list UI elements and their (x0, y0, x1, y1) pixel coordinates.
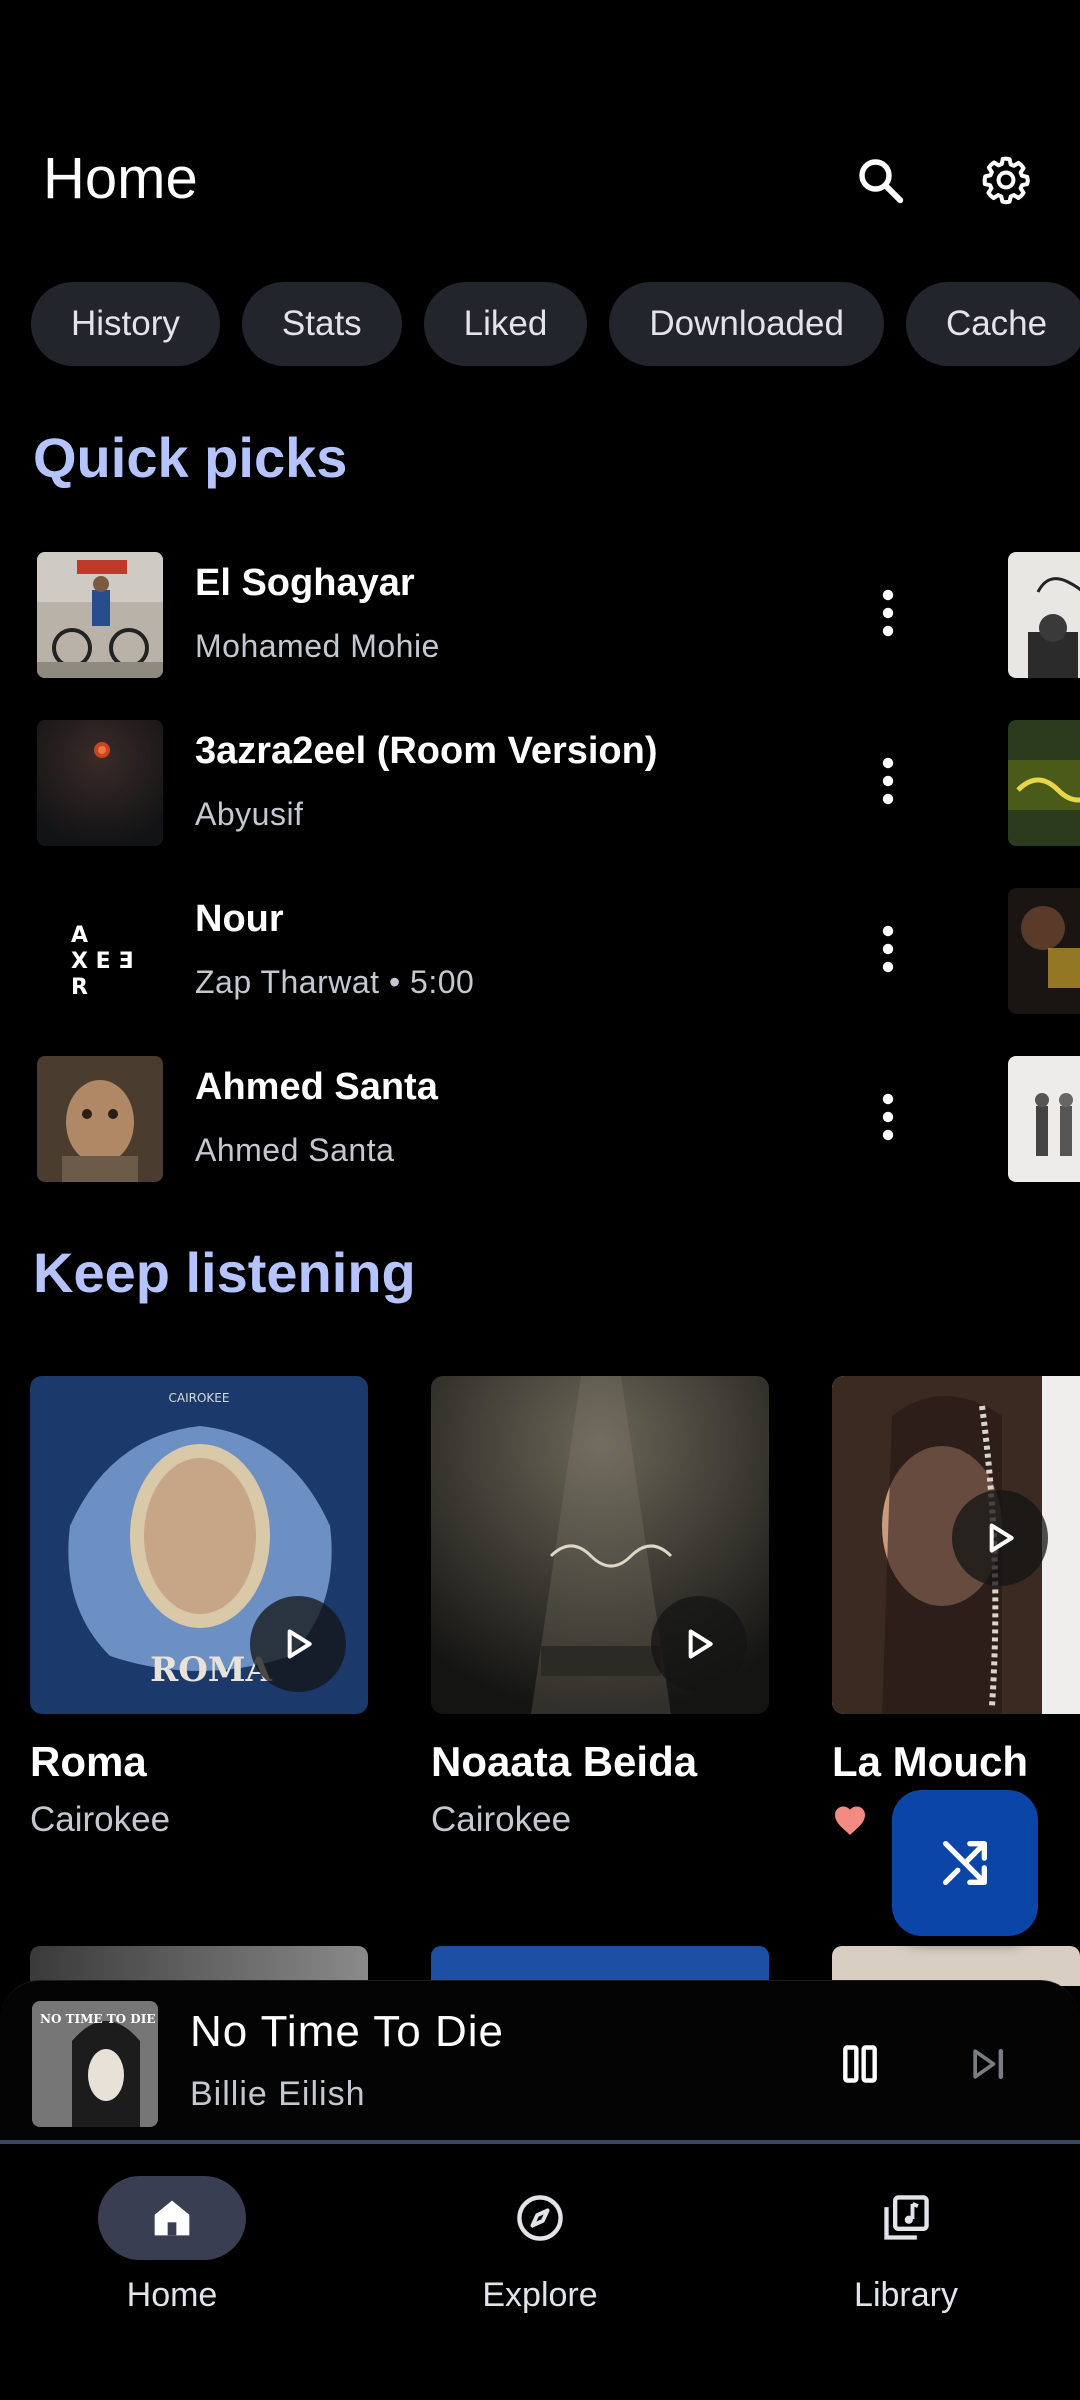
next-column-thumbnail[interactable] (1008, 888, 1080, 1014)
album-name: Roma (30, 1738, 147, 1785)
keep-listening-title: Keep listening (33, 1241, 416, 1304)
home-icon (154, 2200, 190, 2236)
album-name: La Mouch (832, 1738, 1028, 1785)
play-button[interactable] (250, 1596, 346, 1692)
nav-explore-indicator (466, 2176, 614, 2260)
play-icon (287, 1629, 312, 1659)
nav-library[interactable]: Library (756, 2176, 1056, 2326)
quick-picks-title: Quick picks (33, 426, 348, 489)
song-subtitle: Ahmed Santa (195, 1132, 395, 1168)
gear-icon (982, 156, 1030, 205)
play-icon (989, 1523, 1014, 1553)
album-card[interactable]: CAIROKEE ROMA Roma Cairokee (30, 1376, 368, 1840)
settings-button[interactable] (966, 140, 1046, 220)
shuffle-icon (943, 1841, 987, 1885)
more-vert-icon (882, 1093, 894, 1141)
bottom-navigation: Home Explore Library (0, 2146, 1080, 2400)
chip-history[interactable]: History (31, 282, 220, 366)
nav-home[interactable]: Home (22, 2176, 322, 2326)
quick-pick-item[interactable]: AX E ƎR Nour Zap Tharwat • 5:00 (0, 864, 1080, 1032)
quick-pick-item[interactable]: 3azra2eel (Room Version) Abyusif (0, 696, 1080, 864)
song-title: El Soghayar (195, 562, 415, 604)
now-playing-art-text: NO TIME TO DIE (40, 2012, 155, 2026)
song-title: 3azra2eel (Room Version) (195, 730, 658, 772)
song-subtitle: Zap Tharwat • 5:00 (195, 964, 475, 1000)
nav-label: Explore (482, 2276, 598, 2314)
nav-explore[interactable]: Explore (390, 2176, 690, 2326)
album-art (37, 1056, 163, 1182)
album-art (37, 552, 163, 678)
album-card[interactable]: La Mouch ne (832, 1376, 1080, 1840)
more-options-button[interactable] (848, 568, 928, 658)
album-cover (832, 1376, 1080, 1714)
nav-label: Home (126, 2276, 218, 2314)
svg-text:A: A (71, 923, 88, 948)
chip-cache[interactable]: Cache (905, 282, 1080, 366)
play-button[interactable] (651, 1596, 747, 1692)
search-button[interactable] (840, 140, 920, 220)
quick-pick-item[interactable]: Ahmed Santa Ahmed Santa (0, 1032, 1080, 1200)
top-app-bar: Home (0, 0, 1080, 260)
album-card[interactable]: Noaata Beida Cairokee (431, 1376, 769, 1840)
play-button[interactable] (952, 1490, 1048, 1586)
skip-next-button[interactable] (948, 2019, 1028, 2109)
now-playing-artist: Billie Eilish (190, 2075, 366, 2113)
play-icon (688, 1629, 713, 1659)
page-title: Home (43, 146, 198, 211)
more-vert-icon (882, 925, 894, 973)
album-art (37, 720, 163, 846)
song-title: Ahmed Santa (195, 1066, 438, 1108)
library-icon (884, 2195, 929, 2240)
album-artist: Cairokee (431, 1800, 572, 1839)
song-title: Nour (195, 898, 284, 940)
album-artist: Cairokee (30, 1800, 171, 1839)
heart-icon (835, 1806, 865, 1835)
chip-downloaded[interactable]: Downloaded (609, 282, 884, 366)
playback-progress[interactable] (0, 2140, 1080, 2144)
more-options-button[interactable] (848, 736, 928, 826)
album-cover (431, 1376, 769, 1714)
song-subtitle: Abyusif (195, 796, 304, 832)
album-art: AX E ƎR (37, 888, 163, 1014)
more-options-button[interactable] (848, 904, 928, 994)
shuffle-button[interactable] (892, 1790, 1038, 1936)
more-vert-icon (882, 589, 894, 637)
pause-button[interactable] (820, 2019, 900, 2109)
album-cover: CAIROKEE ROMA (30, 1376, 368, 1714)
album-name: Noaata Beida (431, 1738, 698, 1785)
album-label-text: CAIROKEE (169, 1391, 230, 1405)
skip-next-icon (973, 2048, 1004, 2080)
more-options-button[interactable] (848, 1072, 928, 1162)
now-playing-art: NO TIME TO DIE (32, 2001, 158, 2127)
search-icon (859, 159, 904, 204)
nav-library-indicator (832, 2176, 980, 2260)
mini-player[interactable]: NO TIME TO DIE No Time To Die Billie Eil… (0, 1980, 1080, 2144)
nav-label: Library (854, 2276, 958, 2314)
filter-chips: History Stats Liked Downloaded Cache (31, 282, 1080, 368)
quick-pick-item[interactable]: El Soghayar Mohamed Mohie (0, 528, 1080, 696)
next-column-thumbnail[interactable] (1008, 720, 1080, 846)
chip-stats[interactable]: Stats (241, 282, 402, 366)
compass-icon (517, 2195, 563, 2241)
now-playing-title: No Time To Die (190, 2007, 504, 2056)
next-column-thumbnail[interactable] (1008, 552, 1080, 678)
svg-text:X E Ǝ: X E Ǝ (71, 949, 133, 974)
more-vert-icon (882, 757, 894, 805)
pause-icon (843, 2045, 877, 2083)
svg-text:R: R (71, 975, 88, 1000)
chip-liked[interactable]: Liked (423, 282, 588, 366)
next-column-thumbnail[interactable] (1008, 1056, 1080, 1182)
nav-home-indicator (98, 2176, 246, 2260)
song-subtitle: Mohamed Mohie (195, 628, 440, 664)
